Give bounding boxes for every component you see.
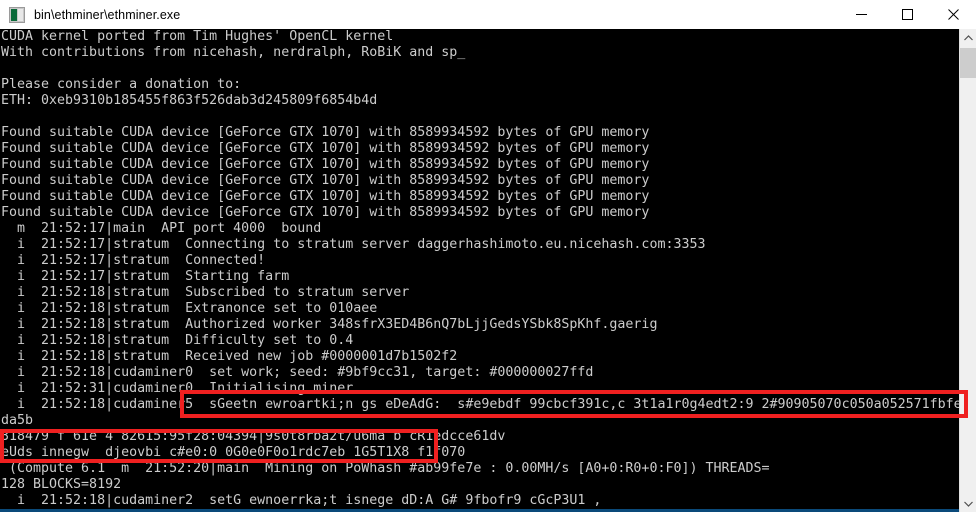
maximize-icon [901, 9, 913, 20]
window-title: bin\ethminer\ethminer.exe [34, 7, 181, 22]
terminal-line: i 21:52:18|cudaminer5 sGeetn ewroartki;n… [1, 397, 959, 412]
terminal-line: eUds innegw djeovbi c#e0:0 0G0e0F0o1rdc7… [1, 445, 466, 460]
minimize-icon [855, 14, 867, 15]
close-icon [947, 9, 959, 20]
ethminer-console-window: bin\ethminer\ethminer.exe CUDA kernel po… [0, 0, 976, 512]
terminal-line: 318479 f 61e 4 82615:95f28:04394|9s0t8rb… [1, 429, 506, 444]
scroll-down-button[interactable] [960, 495, 976, 512]
scrollbar-thumb[interactable] [960, 48, 976, 78]
terminal-line: da5b [1, 413, 34, 428]
terminal-line: (Compute 6.1 m 21:52:20|main Mining on P… [1, 461, 770, 476]
terminal-line: 128 BLOCKS=8192 [1, 477, 122, 492]
terminal-line: i 21:52:31|cudaminer0 Initialising miner [1, 381, 354, 396]
terminal-line: i 21:52:18|stratum Received new job #000… [1, 349, 458, 364]
terminal-line: ETH: 0xeb9310b185455f863f526dab3d245809f… [1, 93, 378, 108]
window-controls [838, 0, 976, 29]
terminal-line: i 21:52:18|cudaminer0 set work; seed: #9… [1, 365, 594, 380]
close-button[interactable] [930, 0, 976, 29]
terminal-line: i 21:52:17|stratum Connected! [1, 253, 266, 268]
terminal-line: m 21:52:17|main API port 4000 bound [1, 221, 322, 236]
chevron-down-icon [963, 501, 973, 507]
terminal-line: Found suitable CUDA device [GeForce GTX … [1, 157, 650, 172]
terminal-line: i 21:52:18|stratum Extranonce set to 010… [1, 301, 378, 316]
terminal-line: Found suitable CUDA device [GeForce GTX … [1, 141, 650, 156]
terminal-line: Found suitable CUDA device [GeForce GTX … [1, 173, 650, 188]
terminal-line: With contributions from nicehash, nerdra… [1, 45, 466, 60]
maximize-button[interactable] [884, 0, 930, 29]
vertical-scrollbar[interactable] [959, 29, 976, 512]
window-titlebar[interactable]: bin\ethminer\ethminer.exe [0, 0, 976, 29]
terminal-line: i 21:52:18|stratum Difficulty set to 0.4 [1, 333, 354, 348]
minimize-button[interactable] [838, 0, 884, 29]
scroll-up-button[interactable] [960, 29, 976, 46]
terminal-line: i 21:52:17|stratum Connecting to stratum… [1, 237, 706, 252]
terminal-line: Found suitable CUDA device [GeForce GTX … [1, 189, 650, 204]
console-app-icon [9, 6, 25, 23]
terminal-line: i 21:52:18|stratum Authorized worker 348… [1, 317, 658, 332]
terminal-line: Please consider a donation to: [1, 77, 242, 92]
terminal-line: Found suitable CUDA device [GeForce GTX … [1, 205, 650, 220]
terminal-line-list: CUDA kernel ported from Tim Hughes' Open… [0, 29, 959, 509]
terminal-line: CUDA kernel ported from Tim Hughes' Open… [1, 29, 394, 44]
terminal-output-area[interactable]: CUDA kernel ported from Tim Hughes' Open… [0, 29, 959, 512]
terminal-line: i 21:52:17|stratum Starting farm [1, 269, 290, 284]
chevron-up-icon [963, 34, 973, 40]
terminal-line: Found suitable CUDA device [GeForce GTX … [1, 125, 650, 140]
terminal-line: i 21:52:18|cudaminer2 setG ewnoerrka;t i… [1, 493, 602, 508]
terminal-line: i 21:52:18|stratum Subscribed to stratum… [1, 285, 410, 300]
